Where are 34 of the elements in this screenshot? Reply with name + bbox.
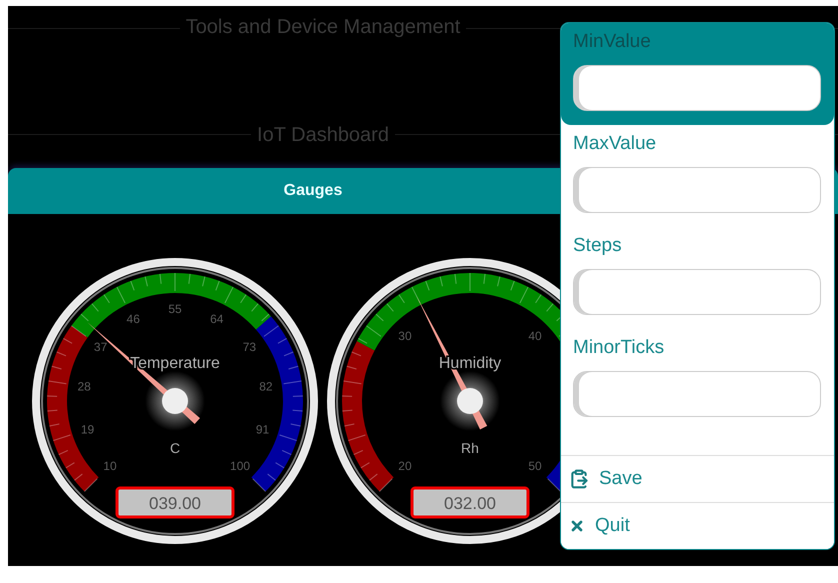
scale-label: 28 [77,380,91,394]
quit-button[interactable]: Quit [561,502,834,549]
input-field[interactable] [573,371,821,417]
paste-icon [569,469,589,489]
scale-label: 91 [256,422,270,436]
scale-label: 20 [398,459,412,474]
scale-label: 10 [103,459,117,474]
scale-label: 100 [230,459,250,474]
scale-label: 73 [242,340,256,354]
scale-label: 64 [210,312,224,326]
input-field[interactable] [573,269,821,315]
input-field[interactable] [573,65,821,111]
field-label: Steps [573,235,623,257]
section-title: Gauges [284,182,342,200]
scale-label: 19 [80,422,94,436]
app-title: Tools and Device Management [180,16,466,39]
scale-label: 37 [94,340,108,354]
scale-label: 46 [126,312,140,326]
field-label: MaxValue [573,133,658,155]
scale-label: 50 [528,459,542,474]
gauge-unit: C [170,440,180,456]
needle-hub [162,388,188,414]
field-label: MinValue [573,31,652,53]
value-display: 039.00 [116,486,234,518]
scale-label: 40 [528,328,542,343]
value-display: 032.00 [410,486,530,518]
needle-hub [457,388,483,414]
scale-label: 55 [168,302,182,316]
field-label: MinorTicks [573,337,666,359]
close-icon [569,518,585,534]
scale-label: 30 [398,328,412,343]
input-field[interactable] [573,167,821,213]
gauge-unit: Rh [461,440,479,456]
scale-label: 82 [259,380,273,394]
